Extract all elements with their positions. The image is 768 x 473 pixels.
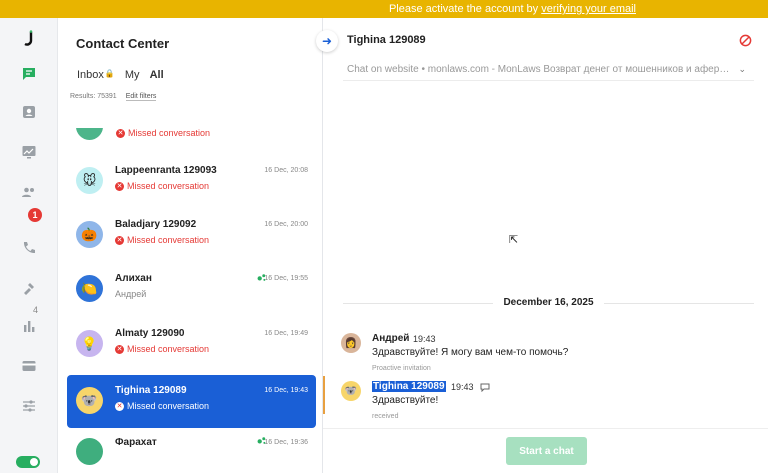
list-item[interactable]: 🍋 Алихан Андрей 16 Dec, 19:55 <box>67 263 316 316</box>
team-notification-badge: 1 <box>28 208 42 222</box>
missed-icon: ✕ <box>115 235 124 245</box>
list-item-time: 16 Dec, 19:55 <box>264 275 308 282</box>
list-item-name: Almaty 129090 <box>115 328 185 339</box>
list-item-name: Baladjary 129092 <box>115 219 197 230</box>
message-note: Proactive invitation <box>372 365 431 372</box>
banner-text: Please activate the account by <box>388 3 542 15</box>
billing-icon[interactable] <box>19 356 39 376</box>
list-tabs: Inbox🔒 My All <box>77 69 164 84</box>
missed-icon: ✕ <box>115 181 124 191</box>
list-item-status: ✕ Missed conversation <box>115 235 210 245</box>
settings-icon[interactable] <box>19 396 39 416</box>
avatar: 🐭 <box>76 167 103 194</box>
avatar: 🎃 <box>76 221 103 248</box>
lock-icon: 🔒 <box>104 69 115 78</box>
avatar <box>76 128 103 140</box>
date-separator: December 16, 2025 <box>343 297 754 308</box>
collapse-arrow-icon[interactable]: ➜ <box>316 30 338 52</box>
results-bar: Results: 75391 Edit filters <box>70 93 157 101</box>
activation-banner: Please activate the account by verifying… <box>0 0 768 18</box>
list-item-status: ✕ Missed conversation <box>116 128 211 138</box>
missed-icon: ✕ <box>116 128 125 138</box>
chevron-down-icon[interactable]: ⌄ <box>738 64 746 75</box>
online-status-toggle[interactable] <box>16 456 40 468</box>
message-time: 19:43 <box>413 334 436 344</box>
contacts-icon[interactable] <box>19 102 39 122</box>
avatar: 🍋 <box>76 275 103 302</box>
list-item-time: 16 Dec, 19:36 <box>264 439 308 446</box>
list-item[interactable]: 🐭 Lappeenranta 129093 ✕ Missed conversati… <box>67 155 316 208</box>
start-chat-button[interactable]: Start a chat <box>506 437 587 465</box>
automation-icon[interactable] <box>19 278 39 298</box>
page-title: Contact Center <box>76 36 170 51</box>
missed-icon: ✕ <box>115 344 124 354</box>
chat-footer: Start a chat <box>323 428 768 473</box>
mouse-cursor-icon: ⇱ <box>509 234 519 246</box>
automation-count: 4 <box>33 305 39 315</box>
tab-inbox[interactable]: Inbox🔒 <box>77 69 115 84</box>
list-item-status: ✕ Missed conversation <box>115 401 210 411</box>
agent-avatar: 👩 <box>341 333 361 353</box>
chat-pane: ➜ Tighina 129089 Chat on website • monla… <box>316 18 768 473</box>
list-item-name: Lappeenranta 129093 <box>115 165 217 176</box>
avatar: 💡 <box>76 330 103 357</box>
list-item[interactable]: Фарахат 16 Dec, 19:36 <box>67 428 316 473</box>
left-nav-rail: 1 4 <box>0 18 58 473</box>
list-item-agent: Андрей <box>115 289 147 299</box>
conversation-list-pane: Contact Center Inbox🔒 My All Results: 75… <box>59 18 323 473</box>
team-icon[interactable] <box>19 182 39 202</box>
chat-bubble-icon <box>480 383 490 392</box>
list-item-selected[interactable]: 🐨 Tighina 129089 ✕ Missed conversation 16… <box>67 375 316 428</box>
list-item-time: 16 Dec, 19:43 <box>264 387 308 394</box>
list-item-status: ✕ Missed conversation <box>115 344 210 354</box>
divider <box>343 80 754 81</box>
list-item-name: Алихан <box>115 273 152 284</box>
message-sender: Андрей <box>372 333 410 344</box>
avatar <box>76 438 103 465</box>
list-item-name: Tighina 129089 <box>115 385 187 396</box>
avatar: 🐨 <box>76 387 103 414</box>
message-text: Здравствуйте! <box>372 395 439 406</box>
message-text: Здравствуйте! Я могу вам чем-то помочь? <box>372 347 569 358</box>
analytics-icon[interactable] <box>19 316 39 336</box>
results-count: Results: 75391 <box>70 93 117 100</box>
list-item-name: Фарахат <box>115 437 157 448</box>
block-icon[interactable] <box>739 34 752 47</box>
chat-source-info: Chat on website • monlaws.com - MonLaws … <box>347 64 739 75</box>
list-item-time: 16 Dec, 19:49 <box>264 330 308 337</box>
list-item-time: 16 Dec, 20:00 <box>264 221 308 228</box>
logo-icon[interactable] <box>19 28 39 48</box>
tab-all[interactable]: All <box>150 69 164 84</box>
list-item-status: ✕ Missed conversation <box>115 181 210 191</box>
message-time: 19:43 <box>451 382 474 392</box>
message-note: received <box>372 413 399 420</box>
list-item[interactable]: 💡 Almaty 129090 ✕ Missed conversation 16 … <box>67 318 316 371</box>
list-item[interactable]: 🎃 Baladjary 129092 ✕ Missed conversation … <box>67 209 316 262</box>
verify-email-link[interactable]: verifying your email <box>541 3 636 15</box>
edit-filters-link[interactable]: Edit filters <box>125 93 157 101</box>
message-sender: Tighina 129089 <box>372 381 446 392</box>
reports-icon[interactable] <box>19 142 39 162</box>
chat-title: Tighina 129089 <box>347 34 426 46</box>
chats-icon[interactable] <box>19 64 39 84</box>
unread-marker <box>323 376 325 414</box>
list-item-time: 16 Dec, 20:08 <box>264 167 308 174</box>
visitor-avatar: 🐨 <box>341 381 361 401</box>
tab-my[interactable]: My <box>125 69 140 84</box>
missed-icon: ✕ <box>115 401 124 411</box>
phone-icon[interactable] <box>19 238 39 258</box>
